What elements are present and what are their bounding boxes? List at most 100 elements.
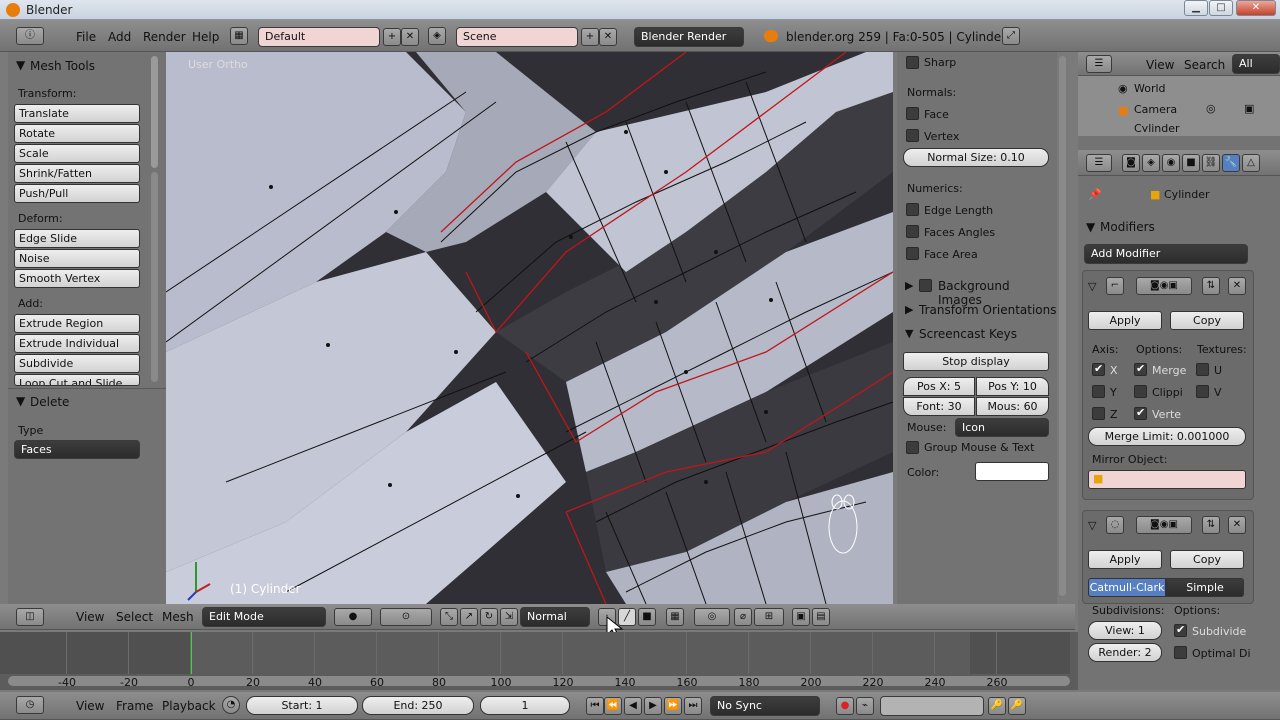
face-normals-checkbox[interactable] (906, 107, 919, 120)
translate-manipulator-icon[interactable]: ↗ (460, 608, 478, 626)
render-tab-icon[interactable]: ◙ (1122, 154, 1140, 172)
timeline-editor-type-icon[interactable]: ◷ (16, 696, 44, 714)
proportional-edit-icon[interactable]: ◎ (694, 608, 730, 626)
modifiers-arrow-icon[interactable]: ▼ (1086, 220, 1095, 234)
record-icon[interactable]: ● (836, 697, 854, 715)
remove-layout-icon[interactable]: ✕ (401, 28, 419, 46)
menu-help[interactable]: Help (192, 30, 219, 44)
remove-scene-icon[interactable]: ✕ (599, 28, 617, 46)
editor-type-icon[interactable]: ⓘ (16, 27, 44, 45)
jump-end-icon[interactable]: ⏭ (684, 697, 702, 715)
timeline-menu-view[interactable]: View (76, 699, 104, 713)
mirror-copy-button[interactable]: Copy (1170, 311, 1244, 330)
subsurf-view-levels[interactable]: View: 1 (1088, 621, 1162, 640)
world-tab-icon[interactable]: ◉ (1162, 154, 1180, 172)
fullscreen-icon[interactable]: ⤢ (1002, 27, 1020, 45)
3d-viewport[interactable]: User Ortho (1) Cylinder (166, 52, 893, 604)
outliner-editor-type-icon[interactable]: ☰ (1086, 55, 1112, 73)
optimal-display-checkbox[interactable] (1174, 646, 1187, 659)
extrude-individual-button[interactable]: Extrude Individual (14, 334, 140, 353)
data-tab-icon[interactable]: △ (1242, 154, 1260, 172)
background-images-arrow-icon[interactable]: ▶ (905, 279, 913, 292)
jump-start-icon[interactable]: ⏮ (586, 697, 604, 715)
color-swatch[interactable] (975, 462, 1049, 481)
render-anim-icon[interactable]: ▤ (812, 608, 830, 626)
outliner-menu-view[interactable]: View (1146, 58, 1174, 72)
maximize-button[interactable]: □ (1209, 0, 1233, 16)
screencast-keys-arrow-icon[interactable]: ▼ (905, 327, 913, 340)
mesh-tools-arrow-icon[interactable]: ▼ (16, 58, 25, 72)
clipping-checkbox[interactable] (1134, 385, 1147, 398)
outliner-item-world[interactable]: World (1134, 82, 1166, 95)
catmull-clark-toggle[interactable]: Catmull-Clark (1088, 578, 1166, 597)
extrude-region-button[interactable]: Extrude Region (14, 314, 140, 333)
outliner-item-camera[interactable]: Camera (1134, 103, 1177, 116)
pin-icon[interactable]: 📌 (1088, 188, 1102, 201)
delete-arrow-icon[interactable]: ▼ (16, 394, 25, 408)
properties-scrollbar[interactable] (1059, 56, 1066, 596)
mirror-object-field[interactable]: ■ (1088, 470, 1246, 489)
subsurf-render-levels[interactable]: Render: 2 (1088, 643, 1162, 662)
menu-add[interactable]: Add (108, 30, 131, 44)
transform-orientations-title[interactable]: Transform Orientations (919, 303, 1057, 317)
sharp-checkbox[interactable] (906, 56, 919, 69)
scale-manipulator-icon[interactable]: ⇲ (500, 608, 518, 626)
screen-layout-icon[interactable]: ▦ (230, 27, 248, 45)
translate-button[interactable]: Translate (14, 104, 140, 123)
axis-x-checkbox[interactable] (1092, 362, 1105, 376)
pos-y-field[interactable]: Pos Y: 10 (976, 377, 1049, 396)
subsurf-collapse-icon[interactable]: ▽ (1088, 519, 1096, 532)
texture-v-checkbox[interactable] (1196, 385, 1209, 398)
mouse-size-field[interactable]: Mous: 60 (976, 397, 1049, 416)
face-area-checkbox[interactable] (906, 247, 919, 260)
group-mouse-text-checkbox[interactable] (906, 441, 919, 454)
face-select-icon[interactable]: ■ (638, 608, 656, 626)
end-frame-field[interactable]: End: 250 (362, 696, 474, 715)
view3d-menu-select[interactable]: Select (116, 610, 153, 624)
smooth-vertex-button[interactable]: Smooth Vertex (14, 269, 140, 288)
delete-keyframe-icon[interactable]: 🔑 (1008, 697, 1026, 715)
screen-layout-field[interactable]: Default (258, 27, 380, 47)
font-size-field[interactable]: Font: 30 (903, 397, 975, 416)
timeline-menu-frame[interactable]: Frame (116, 699, 153, 713)
manipulator-toggle-icon[interactable]: ⤡ (440, 608, 458, 626)
vertex-groups-checkbox[interactable] (1134, 406, 1147, 420)
play-reverse-icon[interactable]: ◀ (624, 697, 642, 715)
play-icon[interactable]: ▶ (644, 697, 662, 715)
loop-cut-button[interactable]: Loop Cut and Slide (14, 374, 140, 386)
insert-keyframe-icon[interactable]: 🔑 (988, 697, 1006, 715)
axis-z-checkbox[interactable] (1092, 407, 1105, 420)
faces-angles-checkbox[interactable] (906, 225, 919, 238)
current-frame-field[interactable]: 1 (480, 696, 570, 715)
add-layout-icon[interactable]: + (383, 28, 401, 46)
scene-icon[interactable]: ◈ (428, 27, 446, 45)
outliner-menu-search[interactable]: Search (1184, 58, 1225, 72)
close-button[interactable]: ✕ (1236, 0, 1276, 16)
normal-size-slider[interactable]: Normal Size: 0.10 (903, 148, 1049, 167)
delete-type-select[interactable]: Faces (14, 440, 140, 459)
object-tab-icon[interactable]: ■ (1182, 154, 1200, 172)
shrink-fatten-button[interactable]: Shrink/Fatten (14, 164, 140, 183)
subsurf-move-icon[interactable]: ⇅ (1202, 516, 1220, 534)
simple-toggle[interactable]: Simple (1166, 578, 1244, 597)
subsurf-remove-icon[interactable]: ✕ (1228, 516, 1246, 534)
scene-tab-icon[interactable]: ◈ (1142, 154, 1160, 172)
jump-keyframe-back-icon[interactable]: ⏪ (604, 697, 622, 715)
mirror-move-icon[interactable]: ⇅ (1202, 277, 1220, 295)
rotate-button[interactable]: Rotate (14, 124, 140, 143)
tool-shelf-scrollbar[interactable] (151, 56, 158, 168)
transform-orientations-arrow-icon[interactable]: ▶ (905, 303, 913, 316)
mouse-display-select[interactable]: Icon (955, 418, 1049, 437)
keying-set-icon[interactable]: ⌁ (856, 697, 874, 715)
occlude-geometry-icon[interactable]: ▦ (666, 608, 684, 626)
subdivide-button[interactable]: Subdivide (14, 354, 140, 373)
rotate-manipulator-icon[interactable]: ↻ (480, 608, 498, 626)
menu-render[interactable]: Render (143, 30, 186, 44)
add-scene-icon[interactable]: + (581, 28, 599, 46)
texture-u-checkbox[interactable] (1196, 363, 1209, 376)
pos-x-field[interactable]: Pos X: 5 (903, 377, 975, 396)
preview-range-icon[interactable]: ◔ (222, 696, 240, 714)
scale-button[interactable]: Scale (14, 144, 140, 163)
jump-keyframe-forward-icon[interactable]: ⏩ (664, 697, 682, 715)
visibility-eye-icon[interactable]: ◎ (1206, 102, 1216, 115)
